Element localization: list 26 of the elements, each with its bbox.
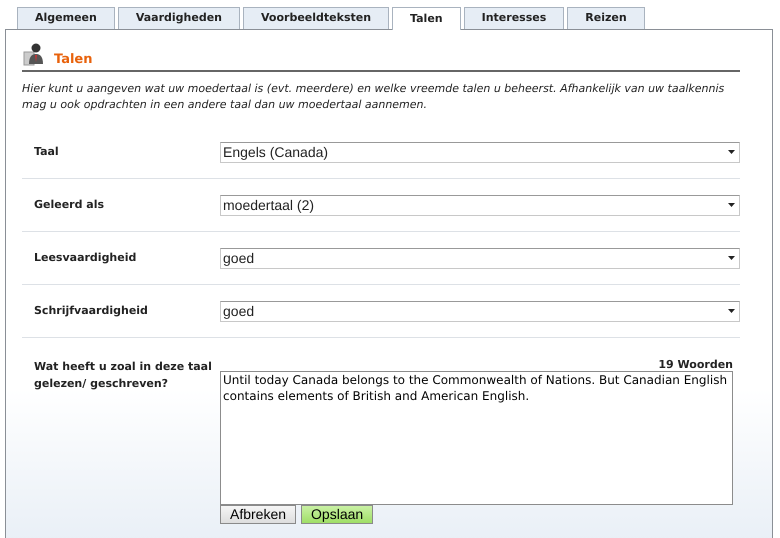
tab[interactable]: Algemeen [17,7,115,29]
description: Hier kunt u aangeven wat uw moedertaal is (evt. meerdere) en welke vreemde talen u beheerst. Afhankelijk van uw taalkennis mag u ook opdrachten in een andere taal dan uw moedertaal aannemen. [22,81,726,113]
caret-icon [728,203,735,207]
field-label: Wat heeft u zoal in deze taal gelezen/ geschreven? [34,359,213,392]
tab[interactable]: Reizen [567,7,645,29]
field-label: Taal [34,144,60,160]
user-icon [22,42,46,66]
tab[interactable]: Talen [392,7,461,30]
dropdown[interactable]: goed [220,248,740,268]
caret-icon [728,309,735,313]
caret-icon [728,256,735,260]
tab[interactable]: Vaardigheden [118,7,240,29]
caret-icon [728,150,735,154]
field-label: Leesvaardigheid [34,250,138,266]
field-label: Schrijfvaardigheid [34,302,149,319]
tab[interactable]: Interesses [464,7,564,29]
word-count: 19 Woorden [657,358,733,371]
dropdown[interactable]: goed [220,300,740,322]
text-area[interactable]: Until today Canada belongs to the Commonwealth of Nations. But Canadian English contains elements of British and American English. [220,371,733,505]
field-label: Geleerd als [34,196,106,213]
cancel-button[interactable]: Afbreken [220,505,296,524]
tab[interactable]: Voorbeeldteksten [243,7,390,29]
dropdown[interactable]: moedertaal (2) [220,194,740,216]
save-button[interactable]: Opslaan [301,505,374,524]
section-title: Talen [54,53,92,66]
dropdown[interactable]: Engels (Canada) [220,142,740,162]
